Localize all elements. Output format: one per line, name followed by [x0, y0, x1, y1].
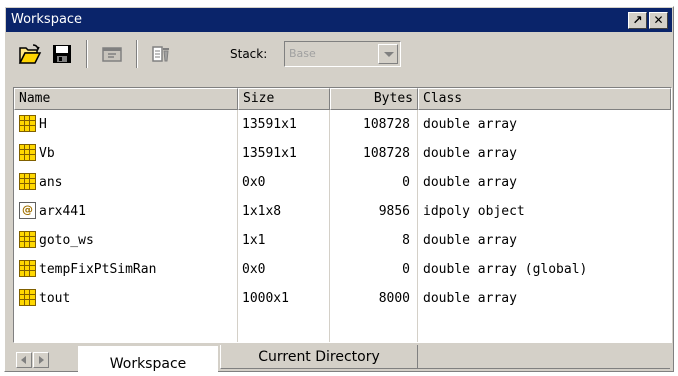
variable-bytes: 8 — [402, 233, 410, 248]
close-button[interactable]: ✕ — [649, 12, 668, 29]
chevron-down-icon[interactable] — [378, 44, 398, 64]
tab-current-directory[interactable]: Current Directory — [220, 345, 418, 369]
stack-label: Stack: — [230, 47, 268, 61]
tab-workspace[interactable]: Workspace — [78, 346, 218, 372]
scroll-tabs-left-button[interactable] — [16, 352, 32, 368]
variable-size: 13591x1 — [242, 117, 297, 132]
table-row[interactable]: @ arx441 1x1x8 9856 idpoly object — [14, 197, 671, 226]
window-title: Workspace — [11, 12, 83, 27]
variable-size: 1x1 — [242, 233, 266, 248]
toolbar: Stack: Base — [6, 34, 672, 76]
variable-bytes: 9856 — [378, 204, 410, 219]
table-row[interactable]: tempFixPtSimRan 0x0 0 double array (glob… — [14, 255, 671, 284]
variable-class: double array — [423, 175, 517, 190]
table-row[interactable]: Vb 13591x1 108728 double array — [14, 139, 671, 168]
column-header-size[interactable]: Size — [238, 88, 330, 110]
table-row[interactable]: tout 1000x1 8000 double array — [14, 284, 671, 313]
variable-class: idpoly object — [423, 204, 525, 219]
variable-name: H — [39, 117, 47, 132]
variable-class: double array — [423, 117, 517, 132]
save-icon[interactable] — [50, 42, 74, 66]
toolbar-separator — [136, 40, 138, 68]
tab-bar-filler — [418, 345, 670, 369]
open-selection-icon[interactable] — [100, 42, 124, 66]
bottom-tab-bar: Workspace Current Directory — [6, 344, 672, 372]
variable-bytes: 0 — [402, 175, 410, 190]
variable-name: goto_ws — [39, 233, 94, 248]
variable-size: 1x1x8 — [242, 204, 282, 219]
column-header-bytes[interactable]: Bytes — [330, 88, 418, 110]
stack-dropdown[interactable]: Base — [284, 41, 401, 67]
variable-class: double array — [423, 146, 517, 161]
tab-workspace-label: Workspace — [109, 356, 187, 372]
scroll-tabs-right-button[interactable] — [33, 352, 49, 368]
variable-size: 1000x1 — [242, 291, 289, 306]
variable-class: double array — [423, 291, 517, 306]
variable-bytes: 8000 — [378, 291, 410, 306]
stack-dropdown-value: Base — [289, 47, 316, 60]
variable-class: double array (global) — [423, 262, 588, 277]
variable-bytes: 108728 — [363, 146, 410, 161]
table-row[interactable]: H 13591x1 108728 double array — [14, 110, 671, 139]
workspace-window: Workspace ↗ ✕ Stack: Base Name Size Byte… — [4, 6, 674, 372]
title-bar[interactable]: Workspace ↗ ✕ — [6, 8, 672, 32]
variable-name: tempFixPtSimRan — [39, 262, 157, 277]
open-folder-icon[interactable] — [18, 42, 42, 66]
undock-button[interactable]: ↗ — [628, 12, 647, 29]
variable-name: arx441 — [39, 204, 86, 219]
column-header-class[interactable]: Class — [418, 88, 671, 110]
variable-size: 13591x1 — [242, 146, 297, 161]
variable-size: 0x0 — [242, 262, 266, 277]
delete-icon[interactable] — [149, 42, 173, 66]
workspace-table: Name Size Bytes Class H 13591x1 108728 d… — [13, 87, 672, 343]
toolbar-separator — [86, 40, 88, 68]
column-header-name[interactable]: Name — [14, 88, 238, 110]
variable-name: tout — [39, 291, 71, 306]
variable-name: Vb — [39, 146, 55, 161]
variable-bytes: 0 — [402, 262, 410, 277]
table-header: Name Size Bytes Class — [14, 88, 671, 110]
variable-bytes: 108728 — [363, 117, 410, 132]
variable-name: ans — [39, 175, 63, 190]
variable-size: 0x0 — [242, 175, 266, 190]
table-row[interactable]: ans 0x0 0 double array — [14, 168, 671, 197]
table-row[interactable]: goto_ws 1x1 8 double array — [14, 226, 671, 255]
variable-class: double array — [423, 233, 517, 248]
tab-current-directory-label: Current Directory — [258, 349, 380, 365]
